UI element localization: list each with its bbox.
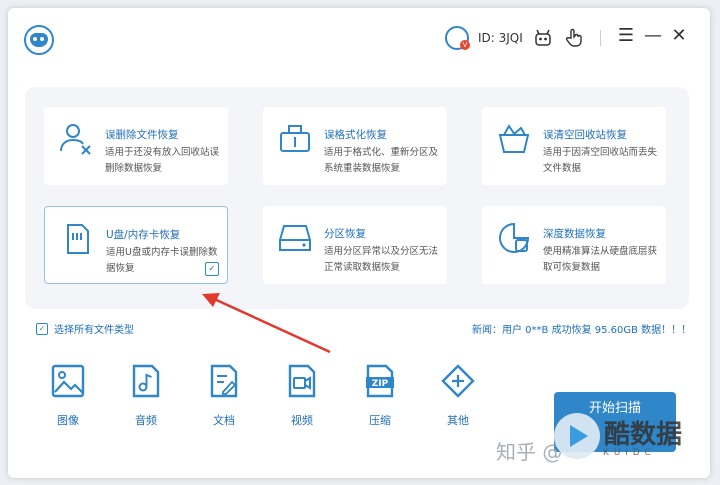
robot-icon[interactable] bbox=[532, 28, 554, 48]
titlebar-divider bbox=[600, 30, 601, 46]
user-id-label: ID: 3JQI bbox=[478, 31, 523, 45]
card-title: 深度数据恢复 bbox=[543, 228, 606, 240]
watermark-brand-sub: K U I D C bbox=[603, 448, 652, 458]
card-deep-data-recovery[interactable]: 深度数据恢复 使用精准算法从硬盘底层获取可恢复数据 bbox=[482, 206, 666, 284]
music-icon bbox=[132, 364, 160, 398]
file-type-archive[interactable]: ZIP 压缩 bbox=[355, 364, 405, 428]
card-usb-memory-card-recovery[interactable]: U盘/内存卡恢复 适用U盘或内存卡误删除数据恢复 ✓ bbox=[44, 206, 228, 284]
card-title: 分区恢复 bbox=[324, 228, 366, 240]
card-title: U盘/内存卡恢复 bbox=[106, 229, 181, 241]
select-all-file-types[interactable]: ✓ 选择所有文件类型 bbox=[36, 321, 134, 336]
hard-disk-icon bbox=[279, 225, 311, 251]
card-recycle-bin-recovery[interactable]: 误清空回收站恢复 适用于因清空回收站而丢失文件数据 bbox=[482, 107, 666, 185]
close-button[interactable]: ✕ bbox=[668, 24, 690, 48]
app-logo bbox=[24, 25, 54, 55]
watermark-play-logo bbox=[554, 413, 600, 459]
image-icon bbox=[51, 364, 85, 398]
sd-card-icon bbox=[67, 224, 89, 254]
zip-icon-text: ZIP bbox=[372, 379, 389, 389]
file-type-label: 音频 bbox=[135, 414, 157, 427]
file-type-document[interactable]: 文档 bbox=[199, 364, 249, 428]
recovery-mode-panel: 误删除文件恢复 适用于还没有放入回收站误删除数据恢复 误格式化恢复 适用于格式化… bbox=[25, 87, 689, 309]
vip-badge: V bbox=[460, 40, 470, 50]
file-type-label: 图像 bbox=[57, 414, 79, 427]
menu-button[interactable]: ☰ bbox=[615, 24, 637, 48]
file-type-label: 视频 bbox=[291, 414, 313, 427]
card-format-recovery[interactable]: 误格式化恢复 适用于格式化、重新分区及系统重装数据恢复 bbox=[263, 107, 447, 185]
card-deleted-file-recovery[interactable]: 误删除文件恢复 适用于还没有放入回收站误删除数据恢复 bbox=[44, 107, 228, 185]
card-partition-recovery[interactable]: 分区恢复 适用分区异常以及分区无法正常读取数据恢复 bbox=[263, 206, 447, 284]
card-selected-check-icon: ✓ bbox=[205, 262, 219, 276]
annotation-arrow bbox=[202, 293, 331, 354]
watermark-brand-name: 酷数据 bbox=[604, 420, 683, 450]
zhihu-watermark: 知乎 @ bbox=[496, 440, 563, 464]
card-title: 误格式化恢复 bbox=[324, 129, 387, 141]
hand-pointer-icon[interactable] bbox=[563, 28, 585, 48]
select-all-label: 选择所有文件类型 bbox=[54, 325, 134, 336]
plus-diamond-icon bbox=[441, 364, 475, 398]
file-type-label: 压缩 bbox=[369, 414, 391, 427]
file-type-label: 其他 bbox=[447, 414, 469, 427]
card-description: 适用于还没有放入回收站误删除数据恢复 bbox=[105, 147, 220, 174]
card-description: 适用于格式化、重新分区及系统重装数据恢复 bbox=[324, 147, 439, 174]
format-drive-icon bbox=[280, 125, 310, 152]
news-ticker: 新闻：用户 0**B 成功恢复 95.60GB 数据！！！ bbox=[472, 325, 692, 336]
minimize-button[interactable]: — bbox=[642, 24, 664, 48]
app-window: V ID: 3JQI ☰ — ✕ 误删除文件恢复 适用于还没有放入回收站误删除数… bbox=[8, 8, 710, 478]
card-description: 适用分区异常以及分区无法正常读取数据恢复 bbox=[324, 246, 439, 273]
document-icon bbox=[210, 364, 238, 398]
card-title: 误删除文件恢复 bbox=[105, 129, 179, 141]
card-title: 误清空回收站恢复 bbox=[543, 129, 627, 141]
user-delete-icon bbox=[60, 124, 91, 155]
deep-scan-icon bbox=[499, 222, 530, 253]
file-type-image[interactable]: 图像 bbox=[43, 364, 93, 428]
select-all-checkbox[interactable]: ✓ bbox=[36, 322, 48, 335]
file-type-label: 文档 bbox=[213, 414, 235, 427]
card-description: 使用精准算法从硬盘底层获取可恢复数据 bbox=[543, 246, 658, 273]
file-type-audio[interactable]: 音频 bbox=[121, 364, 171, 428]
video-icon bbox=[288, 364, 316, 398]
file-type-video[interactable]: 视频 bbox=[277, 364, 327, 428]
zip-icon: ZIP bbox=[366, 364, 394, 398]
card-description: 适用于因清空回收站而丢失文件数据 bbox=[543, 147, 658, 174]
file-type-other[interactable]: 其他 bbox=[433, 364, 483, 428]
recycle-bin-icon bbox=[498, 124, 530, 153]
